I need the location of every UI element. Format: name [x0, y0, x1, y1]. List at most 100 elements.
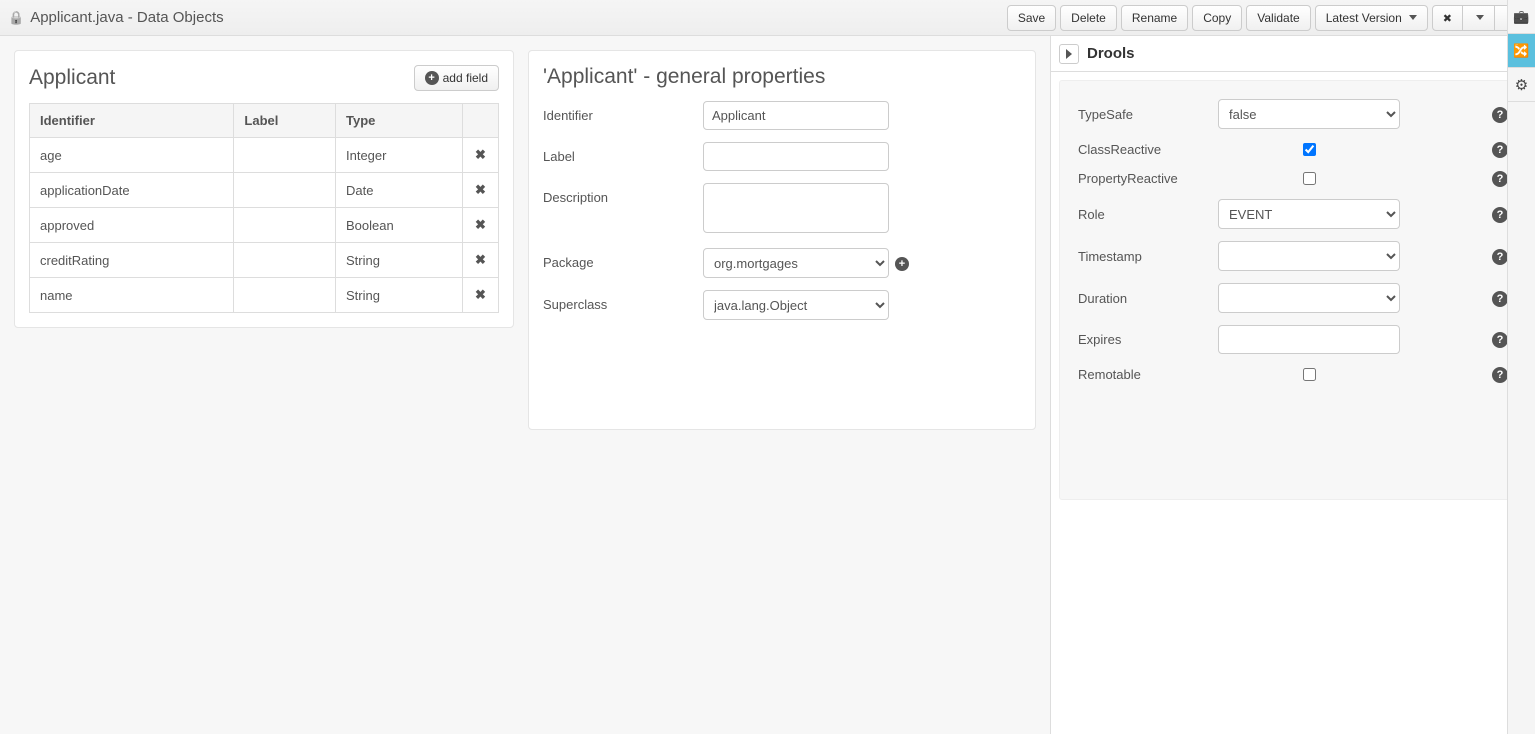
- superclass-select[interactable]: java.lang.Object: [703, 290, 889, 320]
- cell-identifier: name: [30, 278, 234, 313]
- fields-table: Identifier Label Type ageIntegerapplicat…: [29, 103, 499, 313]
- rail-settings[interactable]: [1508, 68, 1535, 102]
- col-action: [463, 104, 499, 138]
- close-icon: [1443, 11, 1452, 25]
- propertyreactive-checkbox[interactable]: [1303, 172, 1316, 185]
- fields-panel-title: Applicant: [29, 66, 115, 90]
- caret-down-icon: [1476, 15, 1484, 20]
- cell-label: [234, 278, 336, 313]
- cell-identifier: applicationDate: [30, 173, 234, 208]
- delete-icon: [475, 147, 486, 162]
- caret-down-button[interactable]: [1462, 5, 1495, 31]
- toolbar-actions: Save Delete Rename Copy Validate Latest …: [1007, 5, 1527, 31]
- collapse-drools-button[interactable]: [1059, 44, 1079, 64]
- identifier-input[interactable]: [703, 101, 889, 130]
- cell-label: [234, 173, 336, 208]
- cell-delete[interactable]: [463, 243, 499, 278]
- cell-type: Integer: [336, 138, 463, 173]
- rename-button[interactable]: Rename: [1121, 5, 1188, 31]
- help-icon[interactable]: ?: [1492, 107, 1508, 123]
- label-expires: Expires: [1078, 332, 1218, 347]
- delete-icon: [475, 287, 486, 302]
- label-superclass: Superclass: [543, 290, 703, 312]
- help-icon[interactable]: ?: [1492, 249, 1508, 265]
- label-input[interactable]: [703, 142, 889, 171]
- duration-select[interactable]: [1218, 283, 1400, 313]
- help-icon[interactable]: ?: [1492, 332, 1508, 348]
- table-row[interactable]: creditRating String: [30, 243, 499, 278]
- table-row[interactable]: approved Boolean: [30, 208, 499, 243]
- chevron-right-icon: [1066, 49, 1072, 59]
- remotable-checkbox[interactable]: [1303, 368, 1316, 381]
- label-duration: Duration: [1078, 291, 1218, 306]
- validate-button[interactable]: Validate: [1246, 5, 1310, 31]
- drools-header: Drools: [1051, 36, 1535, 72]
- description-input[interactable]: [703, 183, 889, 233]
- drools-title: Drools: [1087, 45, 1135, 62]
- new-package-icon[interactable]: +: [895, 257, 909, 271]
- drools-body: TypeSafe false ? ClassReactive ? Propert…: [1059, 80, 1527, 500]
- rail-shuffle[interactable]: [1508, 34, 1535, 68]
- col-label: Label: [234, 104, 336, 138]
- label-package: Package: [543, 248, 703, 270]
- timestamp-select[interactable]: [1218, 241, 1400, 271]
- cell-type: Date: [336, 173, 463, 208]
- classreactive-checkbox[interactable]: [1303, 143, 1316, 156]
- general-panel-title: 'Applicant' - general properties: [543, 65, 825, 89]
- title-text: Applicant.java - Data Objects: [30, 9, 223, 26]
- delete-icon: [475, 217, 486, 232]
- label-classreactive: ClassReactive: [1078, 142, 1218, 157]
- typesafe-select[interactable]: false: [1218, 99, 1400, 129]
- expires-input[interactable]: [1218, 325, 1400, 354]
- label-label: Label: [543, 142, 703, 164]
- delete-button[interactable]: Delete: [1060, 5, 1117, 31]
- help-icon[interactable]: ?: [1492, 171, 1508, 187]
- add-field-label: add field: [443, 71, 488, 85]
- label-identifier: Identifier: [543, 101, 703, 123]
- plus-icon: +: [425, 71, 439, 85]
- help-icon[interactable]: ?: [1492, 291, 1508, 307]
- label-role: Role: [1078, 207, 1218, 222]
- delete-icon: [475, 182, 486, 197]
- cell-identifier: creditRating: [30, 243, 234, 278]
- copy-button[interactable]: Copy: [1192, 5, 1242, 31]
- cell-identifier: approved: [30, 208, 234, 243]
- close-button[interactable]: [1432, 5, 1463, 31]
- briefcase-icon: [1513, 9, 1529, 25]
- right-rail: [1507, 0, 1535, 734]
- cell-label: [234, 138, 336, 173]
- drools-sidebar: Drools TypeSafe false ? ClassReactive ? …: [1051, 36, 1535, 734]
- label-typesafe: TypeSafe: [1078, 107, 1218, 122]
- editor-toolbar: Applicant.java - Data Objects Save Delet…: [0, 0, 1535, 36]
- latest-version-dropdown[interactable]: Latest Version: [1315, 5, 1428, 31]
- cell-delete[interactable]: [463, 138, 499, 173]
- cell-type: String: [336, 243, 463, 278]
- help-icon[interactable]: ?: [1492, 207, 1508, 223]
- table-row[interactable]: applicationDate Date: [30, 173, 499, 208]
- cell-delete[interactable]: [463, 278, 499, 313]
- save-button[interactable]: Save: [1007, 5, 1056, 31]
- content-area: Applicant + add field Identifier Label T…: [0, 36, 1051, 734]
- package-select[interactable]: org.mortgages: [703, 248, 889, 278]
- help-icon[interactable]: ?: [1492, 367, 1508, 383]
- table-row[interactable]: name String: [30, 278, 499, 313]
- help-icon[interactable]: ?: [1492, 142, 1508, 158]
- gear-icon: [1515, 76, 1528, 94]
- label-description: Description: [543, 183, 703, 205]
- add-field-button[interactable]: + add field: [414, 65, 499, 91]
- cell-identifier: age: [30, 138, 234, 173]
- label-remotable: Remotable: [1078, 367, 1218, 382]
- table-row[interactable]: age Integer: [30, 138, 499, 173]
- page-title: Applicant.java - Data Objects: [8, 9, 224, 26]
- delete-icon: [475, 252, 486, 267]
- general-properties-panel: 'Applicant' - general properties Identif…: [528, 50, 1036, 430]
- col-identifier: Identifier: [30, 104, 234, 138]
- cell-type: Boolean: [336, 208, 463, 243]
- caret-down-icon: [1409, 15, 1417, 20]
- rail-briefcase[interactable]: [1508, 0, 1535, 34]
- cell-type: String: [336, 278, 463, 313]
- cell-delete[interactable]: [463, 173, 499, 208]
- cell-delete[interactable]: [463, 208, 499, 243]
- cell-label: [234, 243, 336, 278]
- role-select[interactable]: EVENT: [1218, 199, 1400, 229]
